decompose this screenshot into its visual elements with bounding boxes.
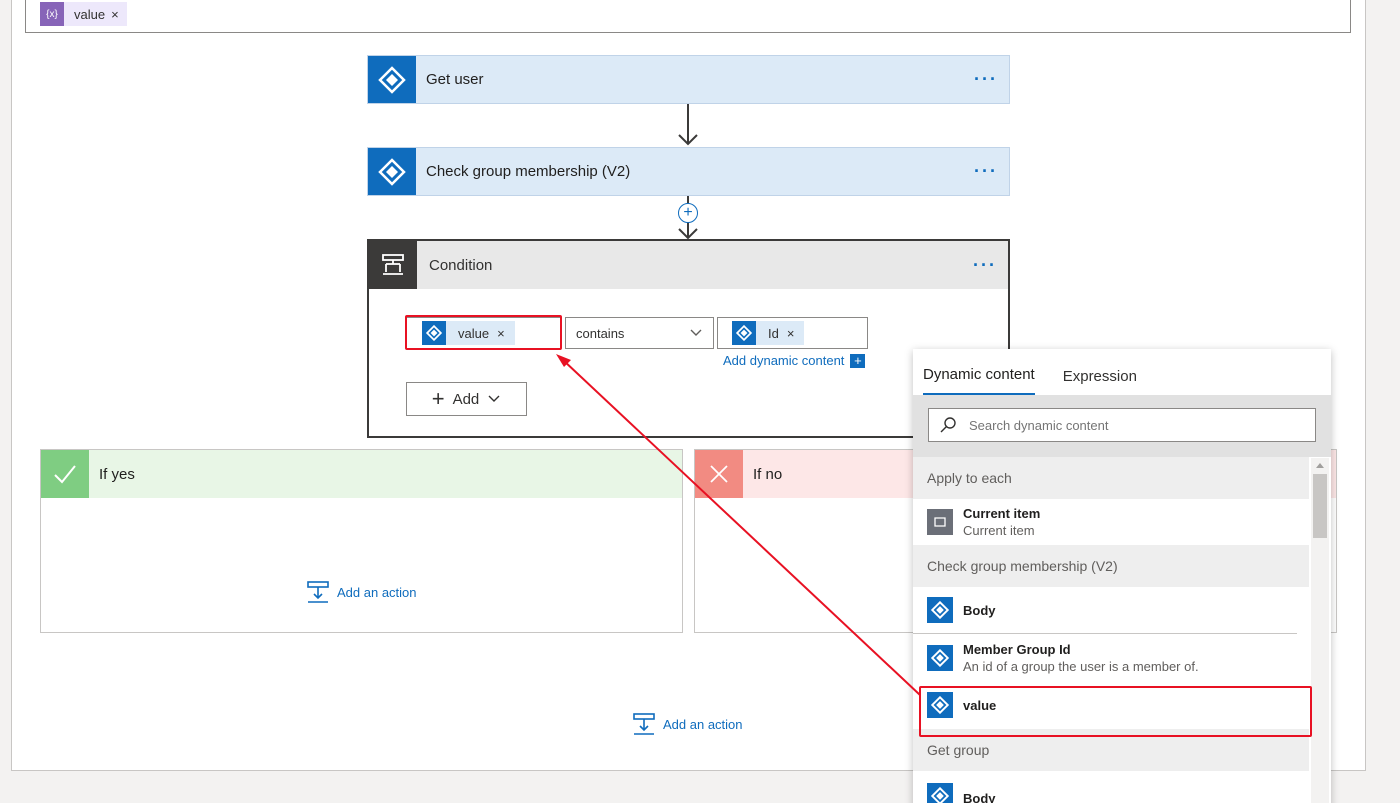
plus-icon: + — [431, 386, 445, 411]
add-an-action-button[interactable]: Add an action — [633, 713, 743, 735]
card-menu-button[interactable]: ··· — [963, 161, 1009, 182]
add-action-label: Add an action — [337, 584, 417, 600]
add-an-action-button[interactable]: Add an action — [307, 581, 417, 603]
item-title: Member Group Id — [963, 641, 1071, 657]
tab-dynamic-content[interactable]: Dynamic content — [923, 366, 1035, 395]
add-condition-button[interactable]: + Add — [406, 382, 527, 416]
azure-ad-icon — [927, 597, 953, 623]
if-yes-branch: If yes Add an action — [40, 449, 683, 633]
add-dynamic-content-link[interactable]: Add dynamic content + — [723, 353, 866, 368]
if-yes-title: If yes — [99, 465, 135, 483]
add-dynamic-content-label[interactable]: Add dynamic content — [723, 353, 844, 368]
azure-ad-icon — [927, 644, 953, 671]
operator-value: contains — [576, 325, 625, 341]
item-subtitle: An id of a group the user is a member of… — [963, 658, 1199, 674]
flow-arrow — [678, 104, 698, 146]
check-group-membership-card[interactable]: Check group membership (V2) ··· — [367, 147, 1010, 196]
search-area — [913, 395, 1331, 457]
add-action-label: Add an action — [663, 716, 743, 732]
item-body[interactable]: Body — [913, 587, 1297, 634]
item-member-group-id[interactable]: Member Group Id An id of a group the use… — [913, 634, 1309, 681]
remove-token-button[interactable]: × — [787, 326, 805, 341]
chevron-down-icon — [690, 329, 702, 336]
operator-dropdown[interactable]: contains — [565, 317, 714, 349]
azure-ad-icon — [732, 321, 756, 345]
card-title: Check group membership (V2) — [426, 163, 631, 180]
variable-icon: {x} — [40, 2, 64, 26]
search-box[interactable] — [928, 408, 1316, 442]
item-title: Body — [963, 791, 996, 803]
item-subtitle: Current item — [963, 523, 1035, 538]
item-title: Body — [963, 602, 996, 618]
highlight-box — [919, 686, 1312, 737]
item-current-item[interactable]: Current item Current item — [913, 499, 1309, 545]
condition-right-operand[interactable]: Id × — [717, 317, 868, 349]
insert-step-plus-icon[interactable]: + — [678, 203, 698, 223]
if-no-title: If no — [753, 465, 783, 483]
highlight-box — [405, 315, 562, 350]
close-icon — [695, 450, 743, 498]
condition-title: Condition — [429, 256, 493, 274]
panel-scrollbar-thumb[interactable] — [1313, 474, 1327, 538]
item-body-get-group[interactable]: Body — [913, 771, 1309, 803]
azure-ad-icon — [927, 783, 953, 803]
card-title: Get user — [426, 71, 484, 88]
search-input[interactable] — [969, 417, 1315, 433]
search-icon — [940, 417, 956, 433]
if-yes-header[interactable]: If yes — [41, 450, 682, 498]
azure-ad-icon — [368, 148, 416, 195]
azure-ad-icon — [368, 56, 416, 103]
add-button-label: Add — [452, 390, 480, 408]
foreach-token-label: value — [74, 6, 106, 22]
id-token[interactable]: Id × — [732, 321, 805, 345]
condition-header[interactable]: Condition ··· — [369, 241, 1008, 289]
condition-menu-button[interactable]: ··· — [962, 255, 1008, 276]
add-action-icon — [307, 581, 329, 603]
add-action-icon — [633, 713, 655, 735]
get-user-card[interactable]: Get user ··· — [367, 55, 1010, 104]
panel-tabs: Dynamic content Expression — [913, 349, 1331, 395]
foreach-value-token[interactable]: {x} value × — [40, 2, 127, 26]
card-menu-button[interactable]: ··· — [963, 69, 1009, 90]
scroll-up-arrow-icon[interactable] — [1314, 460, 1326, 470]
id-token-label: Id — [768, 325, 779, 341]
condition-icon — [369, 241, 417, 289]
checkmark-icon — [41, 450, 89, 498]
section-apply-to-each: Apply to each — [913, 457, 1309, 499]
item-title: Current item — [963, 506, 1041, 521]
dynamic-content-list: Apply to each Current item Current item … — [913, 457, 1309, 803]
apply-to-each-input[interactable]: {x} value × — [25, 0, 1351, 33]
loop-icon — [927, 509, 953, 535]
chevron-down-icon — [488, 395, 500, 402]
remove-token-button[interactable]: × — [111, 7, 127, 22]
tab-expression[interactable]: Expression — [1063, 368, 1137, 395]
section-check-group-membership: Check group membership (V2) — [913, 545, 1309, 587]
plus-icon: + — [850, 353, 866, 368]
